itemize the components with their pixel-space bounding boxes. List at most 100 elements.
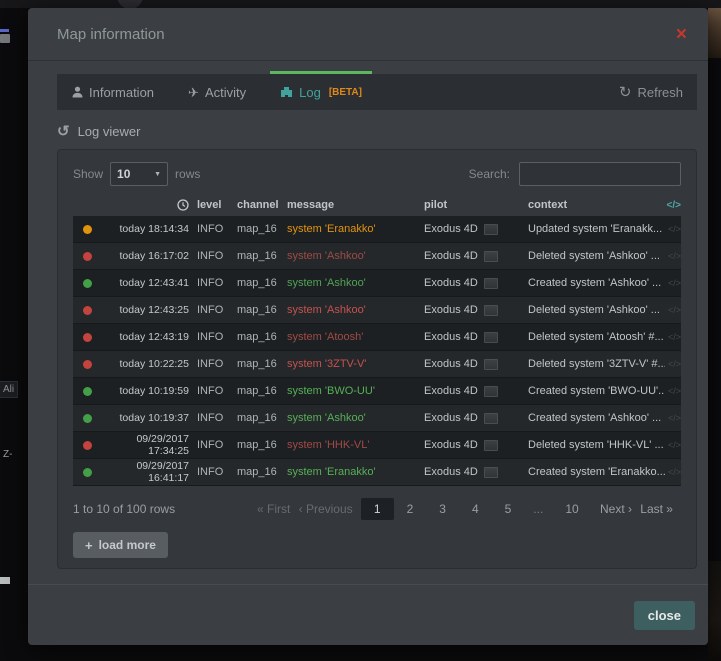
pagination-page-3[interactable]: 3 [426, 498, 459, 520]
log-message: system 'Ashkoo' [287, 250, 399, 262]
close-button[interactable]: close [634, 601, 695, 630]
tab-log[interactable]: Log [BETA] [270, 74, 372, 110]
pagination-page-10[interactable]: 10 [552, 498, 591, 520]
pilot-card-icon[interactable] [484, 278, 498, 289]
row-code-toggle[interactable]: </> [665, 386, 681, 396]
pagination-page-1[interactable]: 1 [361, 498, 394, 520]
pilot-card-icon[interactable] [484, 413, 498, 424]
pagination-previous[interactable]: ‹ Previous [299, 502, 353, 516]
row-code-toggle[interactable]: </> [665, 467, 681, 477]
log-time: today 10:19:37 [101, 412, 197, 424]
log-channel: map_16 [237, 439, 287, 451]
table-row: today 10:22:25 INFO map_16 system '3ZTV-… [73, 351, 681, 378]
pilot-column-header[interactable]: pilot [424, 199, 528, 211]
pagination-bar: 1 to 10 of 100 rows « First ‹ Previous 1… [73, 496, 681, 522]
pilot-card-icon[interactable] [484, 467, 498, 478]
map-information-dialog: Map information × Information ✈ Activity [28, 8, 708, 645]
level-column-header[interactable]: level [197, 199, 237, 211]
row-code-toggle[interactable]: </> [665, 278, 681, 288]
log-time: 09/29/2017 17:34:25 [101, 433, 197, 457]
pagination-page-2[interactable]: 2 [394, 498, 427, 520]
status-dot [83, 441, 92, 450]
pilot-cell: Exodus 4D [424, 466, 528, 478]
table-row: today 10:19:37 INFO map_16 system 'Ashko… [73, 405, 681, 432]
search-label: Search: [469, 167, 510, 181]
pilot-card-icon[interactable] [484, 332, 498, 343]
log-message: system 'Ashkoo' [287, 412, 399, 424]
status-cell [73, 468, 101, 477]
channel-column-header[interactable]: channel [237, 199, 287, 211]
log-panel: Show 10 ▼ rows Search: [57, 149, 697, 569]
dialog-body: Information ✈ Activity Log [BETA] ↻ Refr… [28, 61, 708, 569]
row-code-toggle[interactable]: </> [665, 332, 681, 342]
log-pilot-name: Exodus 4D [424, 439, 478, 451]
table-row: today 18:14:34 INFO map_16 system 'Erana… [73, 216, 681, 243]
pagination-first[interactable]: « First [257, 502, 290, 516]
log-message: system 'HHK-VL' [287, 439, 399, 451]
background-artifact [0, 577, 10, 584]
tab-activity[interactable]: ✈ Activity [178, 74, 256, 110]
background-map-label: Z- [0, 447, 15, 462]
log-channel: map_16 [237, 385, 287, 397]
message-column-header[interactable]: message [287, 199, 399, 211]
row-code-toggle[interactable]: </> [665, 305, 681, 315]
tab-information[interactable]: Information [62, 74, 164, 110]
log-context: Created system 'Ashkoo' ... [528, 277, 665, 289]
status-cell [73, 225, 101, 234]
load-more-button[interactable]: + load more [73, 532, 168, 558]
page-size-value: 10 [117, 167, 130, 181]
refresh-button[interactable]: ↻ Refresh [619, 85, 683, 100]
status-dot [83, 252, 92, 261]
pagination-next[interactable]: Next › [600, 502, 632, 516]
pilot-cell: Exodus 4D [424, 223, 528, 235]
row-code-toggle[interactable]: </> [665, 251, 681, 261]
pilot-card-icon[interactable] [484, 359, 498, 370]
table-row: today 12:43:41 INFO map_16 system 'Ashko… [73, 270, 681, 297]
log-message: system '3ZTV-V' [287, 358, 399, 370]
status-dot [83, 360, 92, 369]
status-cell [73, 306, 101, 315]
table-header-row: level channel message pilot context </> [73, 194, 681, 216]
row-code-toggle[interactable]: </> [665, 359, 681, 369]
pilot-card-icon[interactable] [484, 305, 498, 316]
log-context: Deleted system 'Ashkoo' ... [528, 304, 665, 316]
pagination-page-4[interactable]: 4 [459, 498, 492, 520]
search-input[interactable] [519, 162, 681, 186]
status-cell [73, 387, 101, 396]
table-row: today 12:43:19 INFO map_16 system 'Atoos… [73, 324, 681, 351]
log-message: system 'Eranakko' [287, 223, 399, 235]
pilot-card-icon[interactable] [484, 386, 498, 397]
row-code-toggle[interactable]: </> [665, 413, 681, 423]
log-pilot-name: Exodus 4D [424, 358, 478, 370]
status-dot [83, 279, 92, 288]
log-message: system 'Ashkoo' [287, 304, 399, 316]
pilot-cell: Exodus 4D [424, 385, 528, 397]
context-column-header[interactable]: context [528, 199, 665, 211]
pagination-page-5[interactable]: 5 [492, 498, 525, 520]
pagination-ellipsis: ... [524, 498, 552, 520]
tab-bar: Information ✈ Activity Log [BETA] ↻ Refr… [57, 74, 697, 110]
close-icon[interactable]: × [676, 25, 687, 44]
log-message: system 'Eranakko' [287, 466, 399, 478]
log-channel: map_16 [237, 358, 287, 370]
pilot-card-icon[interactable] [484, 440, 498, 451]
time-column-header[interactable] [101, 199, 197, 212]
pilot-card-icon[interactable] [484, 224, 498, 235]
pilot-card-icon[interactable] [484, 251, 498, 262]
log-pilot-name: Exodus 4D [424, 466, 478, 478]
log-time: today 12:43:25 [101, 304, 197, 316]
status-cell [73, 414, 101, 423]
show-label: Show [73, 167, 103, 181]
page-size-select[interactable]: 10 ▼ [110, 162, 168, 186]
log-context: Created system 'BWO-UU'... [528, 385, 665, 397]
pagination-last[interactable]: Last » [640, 502, 673, 516]
table-row: 09/29/2017 17:34:25 INFO map_16 system '… [73, 432, 681, 459]
row-code-toggle[interactable]: </> [665, 224, 681, 234]
log-table-body: today 18:14:34 INFO map_16 system 'Erana… [73, 216, 681, 486]
dialog-title: Map information [57, 26, 165, 43]
pilot-cell: Exodus 4D [424, 412, 528, 424]
log-level: INFO [197, 331, 237, 343]
row-code-toggle[interactable]: </> [665, 440, 681, 450]
background-artifact [0, 34, 10, 43]
history-icon: ↺ [57, 124, 70, 139]
